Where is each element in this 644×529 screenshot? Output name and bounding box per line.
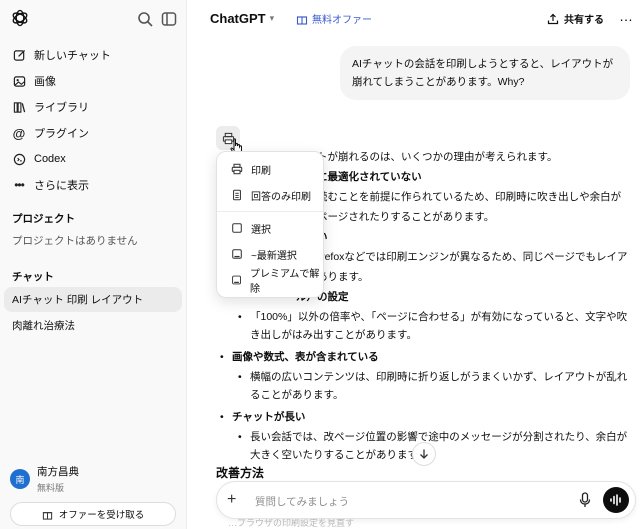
- chat-item-label: 肉離れ治療法: [12, 320, 75, 332]
- list-item: • 画像や数式、表が含まれている: [220, 348, 630, 366]
- sidebar-top: [10, 8, 178, 30]
- voice-mode-button[interactable]: [603, 487, 629, 513]
- conversation-area: AIチャットの会話を印刷しようとすると、レイアウトが崩れてしまうことがあります。…: [188, 38, 644, 529]
- image-icon: [12, 74, 26, 88]
- library-icon: [12, 100, 26, 114]
- chat-item-label: AIチャット 印刷 レイアウト: [12, 294, 144, 306]
- user-name: 南方昌典: [37, 466, 79, 478]
- nav-more[interactable]: ••• さらに表示: [4, 172, 182, 198]
- microphone-icon[interactable]: [579, 492, 591, 508]
- sidebar: 新しいチャット 画像 ライブラリ @ プラグイン Codex ••• さらに表示…: [0, 0, 187, 529]
- nav-label: Codex: [34, 153, 66, 165]
- openai-logo-icon[interactable]: [10, 8, 30, 28]
- user-plan: 無料版: [37, 483, 65, 493]
- nav-label: プラグイン: [34, 128, 89, 140]
- menu-item-select-latest[interactable]: ~最新選択: [217, 241, 323, 267]
- plus-icon[interactable]: +: [227, 491, 236, 509]
- nav-library[interactable]: ライブラリ: [4, 94, 182, 120]
- document-print-icon: [233, 189, 241, 201]
- more-icon: •••: [14, 178, 25, 192]
- nav-plugins[interactable]: @ プラグイン: [4, 120, 182, 146]
- bookmark-icon: [232, 249, 242, 259]
- menu-divider: [217, 211, 323, 212]
- model-selector[interactable]: ChatGPT ▾: [210, 11, 274, 26]
- menu-item-label: 選択: [251, 224, 271, 236]
- menu-item-label: プレミアムで解除: [250, 269, 320, 295]
- bullet: •: [238, 311, 242, 323]
- gift-icon: [296, 15, 308, 25]
- chevron-down-icon: ▾: [269, 13, 275, 23]
- share-icon: [547, 13, 559, 24]
- free-offer-label: 無料オファー: [312, 15, 372, 26]
- nav-label: 画像: [34, 76, 56, 88]
- print-menu: 印刷 回答のみ印刷 選択 ~最新選択 プレミアムで解除: [216, 151, 324, 298]
- gift-icon: [42, 511, 52, 520]
- checkbox-icon: [232, 223, 242, 233]
- nav-label: ライブラリ: [34, 102, 89, 114]
- chat-item-active[interactable]: AIチャット 印刷 レイアウト: [4, 287, 182, 312]
- section-heading: 改善方法: [216, 466, 265, 480]
- top-bar: ChatGPT ▾ 無料オファー 共有する …: [188, 0, 644, 38]
- list-item-text: 長い会話では、改ページ位置の影響で途中のメッセージが分割されたり、余白が大きく空…: [250, 431, 628, 461]
- list-item-text: 横幅の広いコンテンツは、印刷時に折り返しがうまくいかず、レイアウトが乱れることが…: [250, 371, 628, 401]
- projects-title: プロジェクト: [12, 213, 75, 225]
- message-composer: + 質問してみましょう: [216, 481, 636, 519]
- chats-title: チャット: [12, 271, 54, 283]
- bullet: •: [220, 351, 224, 363]
- at-icon: @: [12, 125, 26, 141]
- search-icon[interactable]: [136, 10, 154, 28]
- user-message: AIチャットの会話を印刷しようとすると、レイアウトが崩れてしまうことがあります。…: [340, 46, 630, 100]
- list-item-text: 「100%」以外の倍率や、「ページに合わせる」が有効になっていると、文字や吹き出…: [250, 311, 628, 341]
- nav-images[interactable]: 画像: [4, 68, 182, 94]
- list-item: • チャットが長い: [220, 408, 630, 426]
- projects-empty-note: プロジェクトはありません: [12, 235, 138, 247]
- nav-codex[interactable]: Codex: [4, 146, 182, 172]
- bullet: •: [220, 411, 224, 423]
- share-button[interactable]: 共有する: [547, 11, 604, 26]
- list-item: • 「100%」以外の倍率や、「ページに合わせる」が有効になっていると、文字や吹…: [220, 308, 630, 344]
- user-profile[interactable]: 南 南方昌典 無料版: [10, 464, 79, 494]
- compose-icon: [12, 48, 26, 62]
- more-options-icon[interactable]: …: [619, 8, 634, 24]
- menu-item-print[interactable]: 印刷: [217, 156, 323, 182]
- nav-new-chat[interactable]: 新しいチャット: [4, 42, 182, 68]
- chat-item[interactable]: 肉離れ治療法: [4, 313, 182, 338]
- claim-offer-button[interactable]: オファーを受け取る: [10, 502, 176, 526]
- list-item-heading: 画像や数式、表が含まれている: [232, 351, 379, 363]
- voice-waveform-icon: [610, 494, 621, 506]
- codex-icon: [12, 152, 26, 166]
- menu-item-print-answer-only[interactable]: 回答のみ印刷: [217, 182, 323, 208]
- bookmark-icon: [232, 275, 241, 285]
- arrow-down-icon: [420, 449, 428, 459]
- avatar: 南: [10, 469, 30, 489]
- list-item: • 横幅の広いコンテンツは、印刷時に折り返しがうまくいかず、レイアウトが乱れるこ…: [220, 368, 630, 404]
- menu-item-label: 印刷: [251, 165, 271, 177]
- menu-item-select[interactable]: 選択: [217, 215, 323, 241]
- menu-item-premium-unlock[interactable]: プレミアムで解除: [217, 267, 323, 295]
- nav-label: さらに表示: [34, 180, 89, 192]
- scroll-to-bottom-button[interactable]: [412, 442, 436, 466]
- message-input[interactable]: 質問してみましょう: [255, 494, 349, 509]
- list-item-heading: チャットが長い: [232, 411, 306, 423]
- nav-label: 新しいチャット: [34, 50, 111, 62]
- app-title: ChatGPT: [210, 11, 266, 26]
- menu-item-label: 回答のみ印刷: [251, 191, 311, 203]
- sidebar-nav: 新しいチャット 画像 ライブラリ @ プラグイン Codex ••• さらに表示: [4, 42, 182, 198]
- bullet: •: [238, 371, 242, 383]
- claim-offer-label: オファーを受け取る: [58, 510, 145, 521]
- menu-item-label: ~最新選択: [251, 250, 297, 262]
- free-offer-link[interactable]: 無料オファー: [296, 11, 372, 26]
- share-label: 共有する: [564, 15, 604, 26]
- printer-icon: [231, 163, 243, 175]
- bullet: •: [238, 431, 242, 443]
- sidebar-toggle-icon[interactable]: [160, 10, 178, 28]
